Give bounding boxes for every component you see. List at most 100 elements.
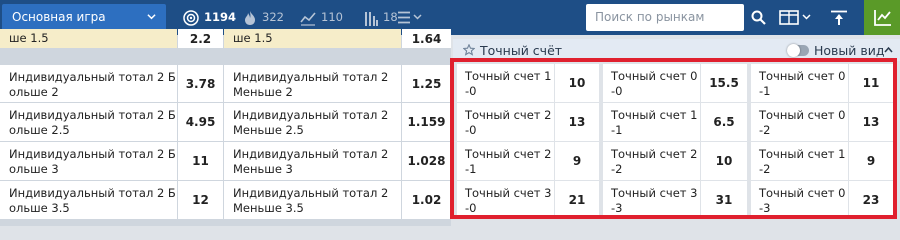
score-outcome[interactable]: Точный счет 2-0 xyxy=(457,103,554,141)
odd-button[interactable]: 1.028 xyxy=(402,142,451,180)
score-outcome[interactable]: Точный счет 1-0 xyxy=(457,64,554,102)
score-outcome[interactable]: Точный счет 2-1 xyxy=(457,142,554,180)
outcome-cell[interactable]: Индивидуальный тотал 2 Меньше 3 xyxy=(224,142,401,180)
star-icon[interactable] xyxy=(463,44,475,56)
score-name: Точный счет 2-1 xyxy=(465,147,552,176)
score-name: Точный счет 1-0 xyxy=(465,69,552,98)
chevron-down-icon xyxy=(147,14,156,20)
score-odd-button[interactable]: 15.5 xyxy=(701,64,747,102)
pin-top-button[interactable] xyxy=(828,0,852,35)
outcome-name: Индивидуальный тотал 2 Больше 2 xyxy=(9,70,176,99)
odd-value: 2.2 xyxy=(189,31,212,46)
outcome-cell[interactable]: Индивидуальный тотал 2 Больше 2.5 xyxy=(0,103,177,141)
individual-total-table: ше 1.5 2.2 ше 1.5 1.64 Индивидуальный то… xyxy=(0,29,451,226)
pin-top-icon xyxy=(831,10,847,25)
line-chart-icon xyxy=(300,12,316,26)
new-view-toggle[interactable] xyxy=(787,44,809,57)
outcome-name: ше 1.5 xyxy=(9,31,49,45)
score-outcome[interactable]: Точный счет 0-2 xyxy=(751,103,848,141)
score-odd-button[interactable]: 9 xyxy=(555,142,599,180)
odd-button[interactable]: 4.95 xyxy=(178,103,223,141)
odd-value: 3.78 xyxy=(185,76,216,91)
score-odd-button[interactable]: 13 xyxy=(849,103,893,141)
score-odd-button[interactable]: 6.5 xyxy=(701,103,747,141)
odd-value: 1.02 xyxy=(411,193,442,207)
outcome-name: Индивидуальный тотал 2 Больше 3.5 xyxy=(9,186,176,215)
score-outcome[interactable]: Точный счет 2-2 xyxy=(603,142,700,180)
score-odd: 9 xyxy=(866,154,876,168)
odd-value: 4.95 xyxy=(185,115,216,129)
outcome-cell[interactable]: Индивидуальный тотал 2 Меньше 2.5 xyxy=(224,103,401,141)
score-odd: 6.5 xyxy=(713,115,735,129)
score-outcome[interactable]: Точный счет 1-2 xyxy=(751,142,848,180)
outcome-name: Индивидуальный тотал 2 Больше 3 xyxy=(9,147,176,176)
score-odd: 23 xyxy=(862,193,880,207)
odd-button[interactable]: 11 xyxy=(178,142,223,180)
score-odd-button[interactable]: 23 xyxy=(849,181,893,219)
layout-columns-button[interactable] xyxy=(779,0,815,35)
odd-value: 12 xyxy=(192,193,209,207)
score-odd-button[interactable]: 21 xyxy=(555,181,599,219)
table-row: Индивидуальный тотал 2 Больше 2.5 4.95 И… xyxy=(0,103,451,141)
exact-score-grid: Точный счет 1-0 10 Точный счет 0-0 15.5 … xyxy=(453,64,900,226)
score-outcome[interactable]: Точный счет 3-3 xyxy=(603,181,700,219)
odd-button[interactable]: 2.2 xyxy=(178,29,223,48)
chevron-up-icon[interactable] xyxy=(884,46,893,54)
search-input[interactable]: Поиск по рынкам xyxy=(586,4,744,31)
score-odd: 31 xyxy=(715,193,733,207)
score-odd-button[interactable]: 9 xyxy=(849,142,893,180)
score-outcome[interactable]: Точный счет 1-1 xyxy=(603,103,700,141)
outcome-name: ше 1.5 xyxy=(233,31,273,45)
search-button[interactable] xyxy=(748,0,770,35)
odd-button[interactable]: 12 xyxy=(178,181,223,219)
score-name: Точный счет 2-0 xyxy=(465,108,552,137)
outcome-name: Индивидуальный тотал 2 Меньше 2.5 xyxy=(233,108,389,137)
layout-columns-icon xyxy=(779,10,811,25)
odd-button[interactable]: 1.25 xyxy=(402,65,451,102)
exact-score-title: Точный счёт xyxy=(480,43,563,58)
score-outcome[interactable]: Точный счет 0-0 xyxy=(603,64,700,102)
score-name: Точный счет 1-1 xyxy=(611,108,698,137)
new-view-label: Новый вид xyxy=(814,43,885,58)
table-row: Индивидуальный тотал 2 Больше 3.5 12 Инд… xyxy=(0,181,451,219)
odd-button[interactable]: 1.64 xyxy=(402,29,451,48)
odd-button[interactable]: 1.159 xyxy=(402,103,451,141)
score-outcome[interactable]: Точный счет 0-1 xyxy=(751,64,848,102)
outcome-cell[interactable]: ше 1.5 xyxy=(0,29,177,48)
score-outcome[interactable]: Точный счет 3-0 xyxy=(457,181,554,219)
score-odd: 9 xyxy=(572,154,582,168)
score-name: Точный счет 0-0 xyxy=(611,69,698,98)
table-row: Индивидуальный тотал 2 Больше 3 11 Индив… xyxy=(0,142,451,180)
search-placeholder: Поиск по рынкам xyxy=(595,10,705,24)
menu-list-icon xyxy=(398,11,422,24)
outcome-cell[interactable]: Индивидуальный тотал 2 Больше 3.5 xyxy=(0,181,177,219)
score-name: Точный счет 0-1 xyxy=(759,69,846,98)
score-odd-button[interactable]: 10 xyxy=(701,142,747,180)
outcome-name: Индивидуальный тотал 2 Больше 2.5 xyxy=(9,108,176,137)
score-odd-button[interactable]: 13 xyxy=(555,103,599,141)
outcome-cell[interactable]: Индивидуальный тотал 2 Меньше 2 xyxy=(224,65,401,102)
score-name: Точный счет 3-0 xyxy=(465,186,552,215)
bar-chart-icon xyxy=(365,12,378,26)
outcome-cell[interactable]: ше 1.5 xyxy=(224,29,401,48)
stats-green-button[interactable] xyxy=(864,0,900,35)
exact-score-header[interactable]: Точный счёт Новый вид xyxy=(453,39,900,61)
score-odd: 13 xyxy=(568,115,586,129)
score-outcome[interactable]: Точный счет 0-3 xyxy=(751,181,848,219)
score-name: Точный счет 0-2 xyxy=(759,108,846,137)
outcome-name: Индивидуальный тотал 2 Меньше 2 xyxy=(233,70,389,99)
odd-button[interactable]: 3.78 xyxy=(178,65,223,102)
outcome-cell[interactable]: Индивидуальный тотал 2 Больше 3 xyxy=(0,142,177,180)
score-odd-button[interactable]: 11 xyxy=(849,64,893,102)
search-icon xyxy=(751,10,766,25)
odd-button[interactable]: 1.02 xyxy=(402,181,451,219)
outcome-cell[interactable]: Индивидуальный тотал 2 Меньше 3.5 xyxy=(224,181,401,219)
score-odd: 10 xyxy=(568,76,586,90)
score-name: Точный счет 0-3 xyxy=(759,186,846,215)
game-select-label: Основная игра xyxy=(12,10,106,24)
score-odd-button[interactable]: 31 xyxy=(701,181,747,219)
score-odd-button[interactable]: 10 xyxy=(555,64,599,102)
game-select-dropdown[interactable]: Основная игра xyxy=(2,4,166,31)
outcome-cell[interactable]: Индивидуальный тотал 2 Больше 2 xyxy=(0,65,177,102)
live-target-icon xyxy=(183,10,199,26)
